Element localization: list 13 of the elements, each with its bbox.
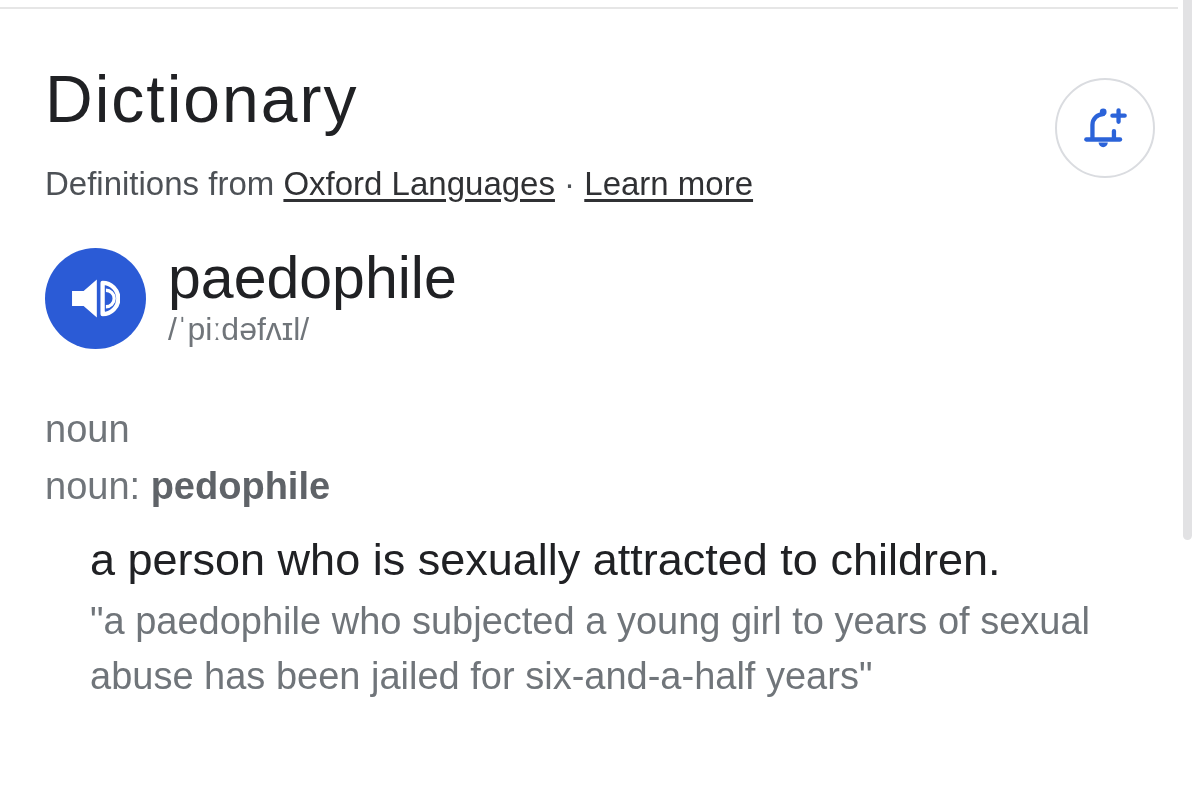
headword: paedophile	[168, 245, 457, 311]
part-of-speech: noun	[45, 407, 131, 451]
attribution-text: Definitions from Oxford Languages · Learn more	[45, 164, 754, 204]
source-link[interactable]: Oxford Languages	[283, 165, 555, 202]
example-sentence: "a paedophile who subjected a young girl to years of sexual abuse has been jailed for six-and-a-half years"	[90, 599, 1092, 699]
definition-text: a person who is sexually attracted to children.	[90, 534, 1002, 586]
bell-plus-icon	[1083, 108, 1127, 148]
phonetic-spelling: /ˈpiːdəfʌɪl/	[168, 311, 311, 347]
scrollbar-thumb[interactable]	[1183, 0, 1192, 540]
speaker-icon	[71, 279, 120, 318]
learn-more-link[interactable]: Learn more	[584, 165, 754, 202]
section-title: Dictionary	[45, 61, 360, 137]
variant-spelling: noun: pedophile	[45, 464, 332, 508]
